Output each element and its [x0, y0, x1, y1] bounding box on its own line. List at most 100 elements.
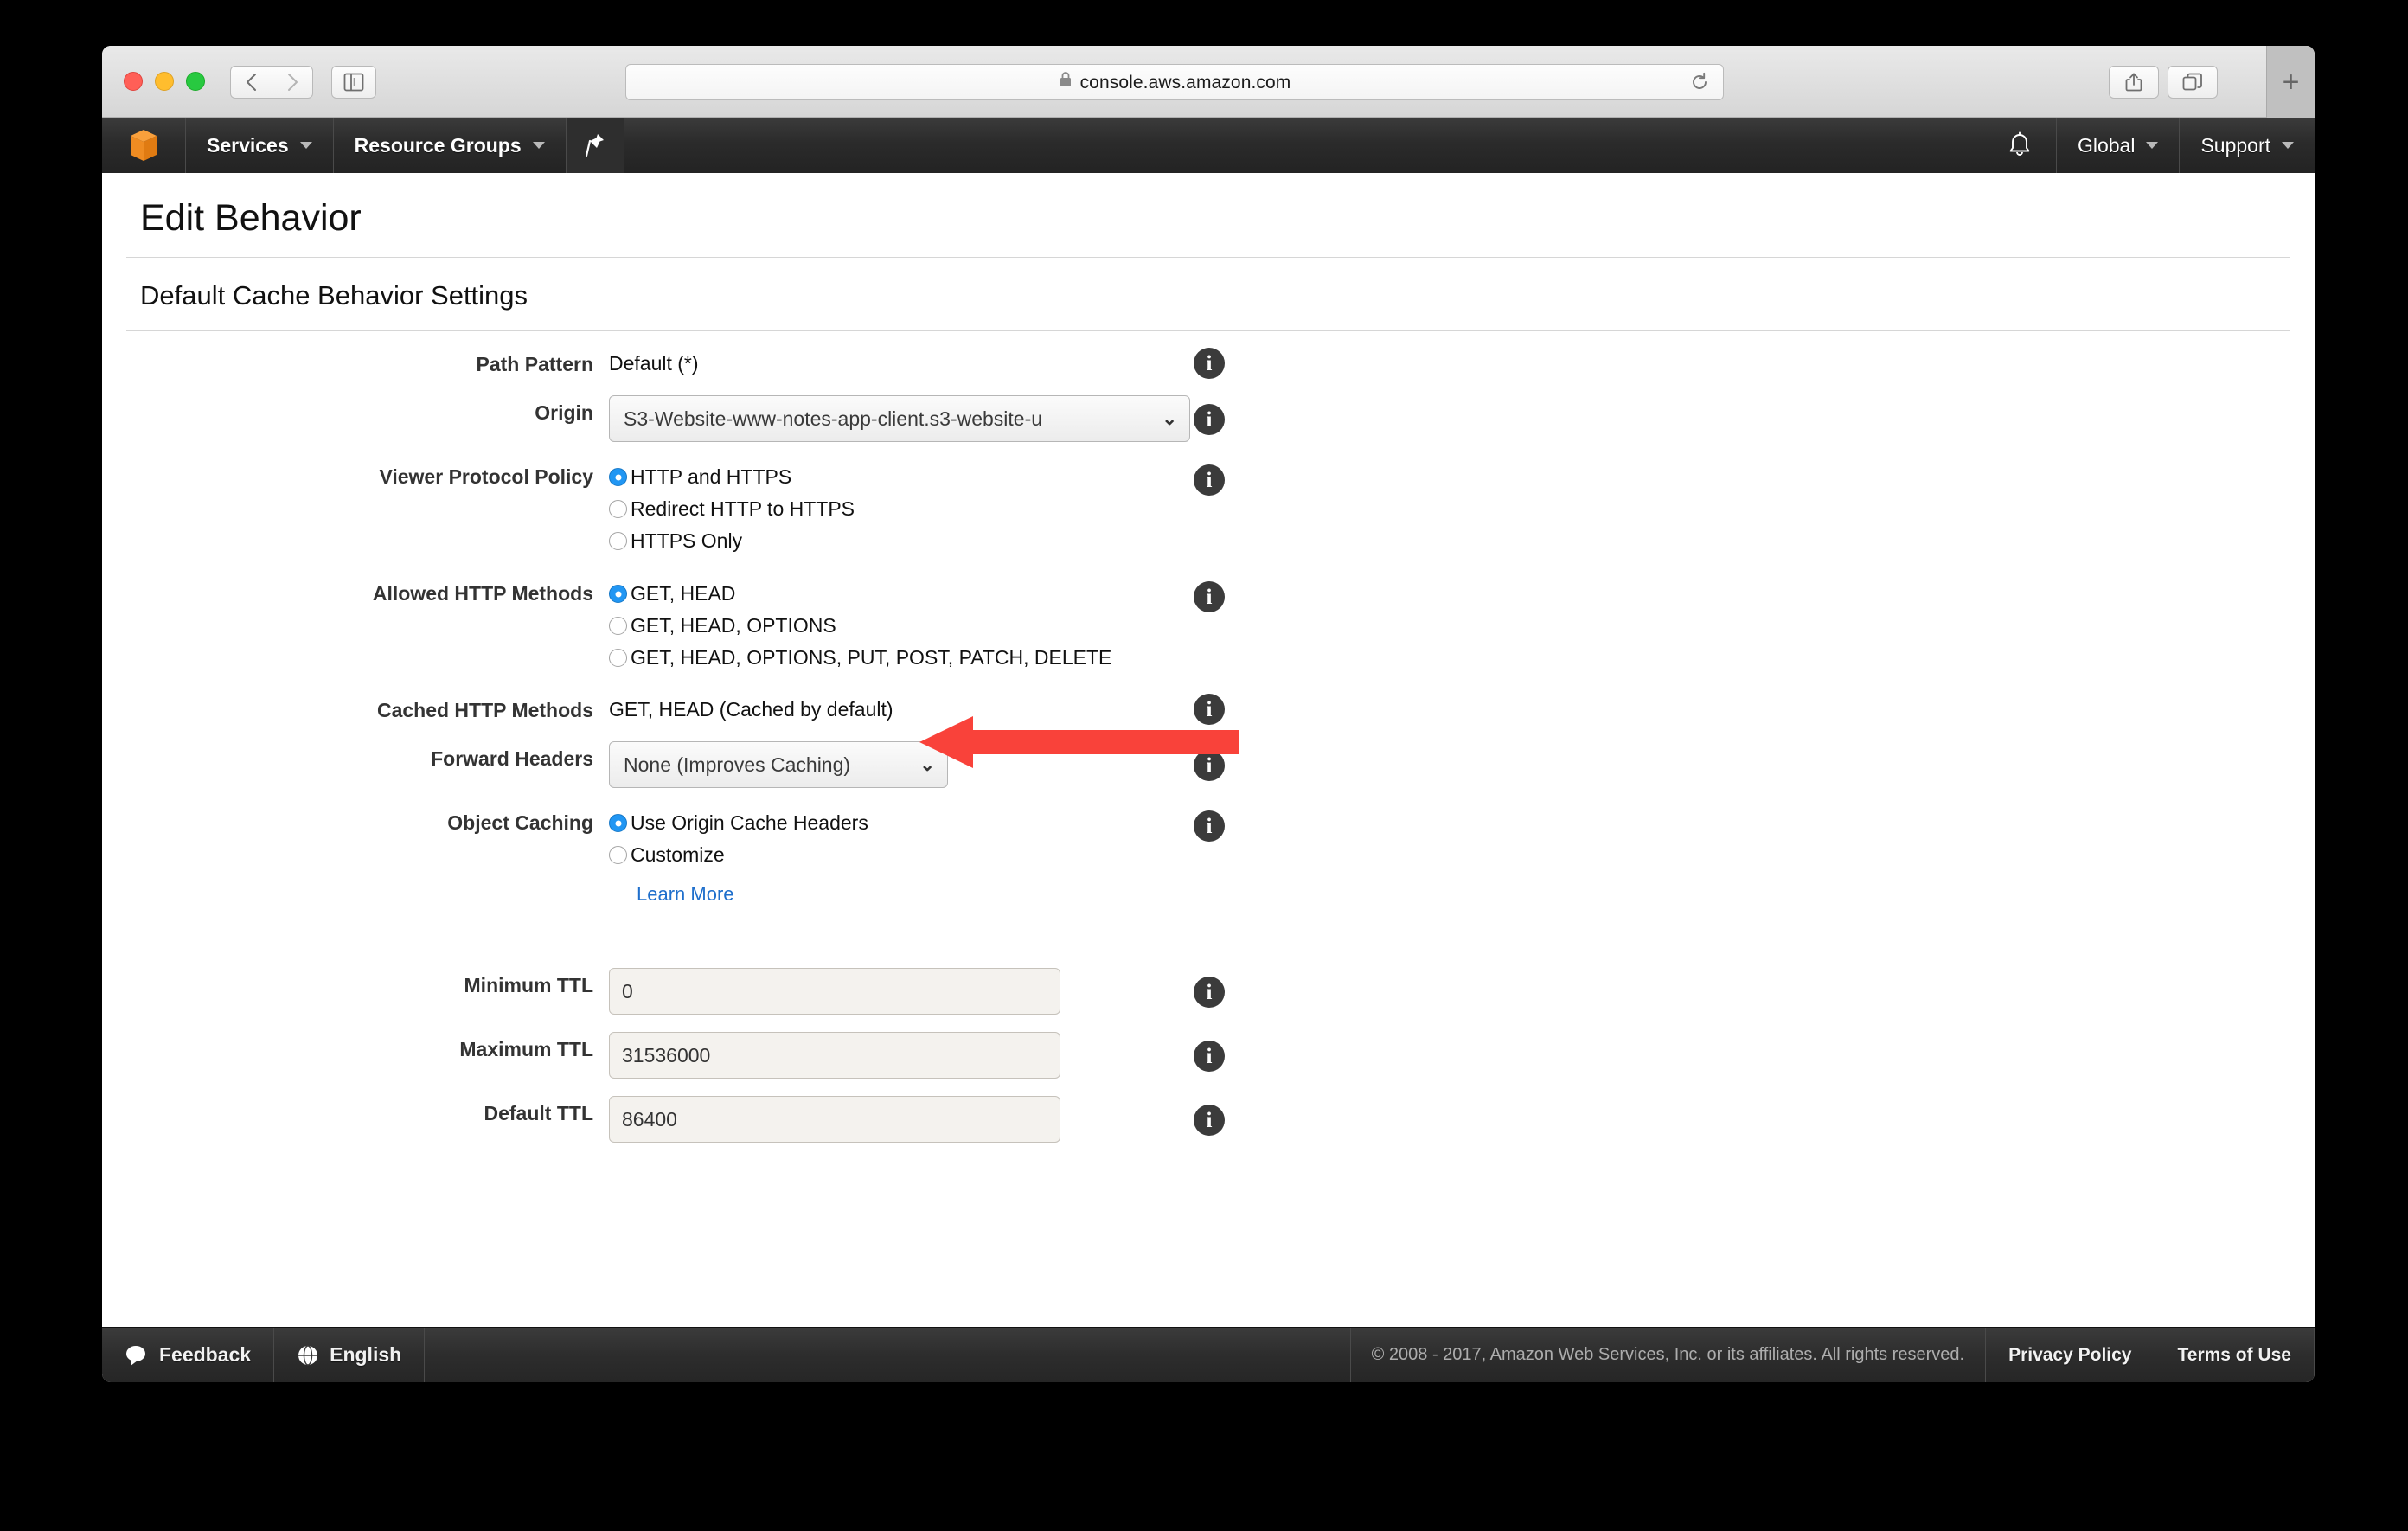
forward-headers-select-value: None (Improves Caching) — [624, 753, 851, 776]
radio-label: Customize — [631, 843, 725, 866]
nav-services-menu[interactable]: Services — [186, 118, 334, 173]
sidebar-toggle-button[interactable] — [331, 66, 376, 99]
radio-option[interactable]: HTTP and HTTPS — [609, 461, 2292, 493]
show-tab-overview-button[interactable] — [2168, 66, 2218, 99]
nav-pin-button[interactable] — [566, 118, 624, 173]
reload-icon — [1693, 72, 1707, 89]
radio-option[interactable]: HTTPS Only — [609, 525, 2292, 557]
footer-feedback-button[interactable]: Feedback — [102, 1328, 275, 1382]
default-ttl-label: Default TTL — [484, 1102, 594, 1124]
info-icon-viewer-protocol-policy[interactable]: i — [1194, 464, 1225, 496]
radio-button[interactable] — [609, 585, 627, 603]
form-row-maximum-ttl: Maximum TTL i — [125, 1032, 2292, 1079]
cached-http-methods-label: Cached HTTP Methods — [376, 699, 593, 721]
form-row-forward-headers: Forward Headers None (Improves Caching) … — [125, 741, 2292, 788]
nav-services-label: Services — [207, 133, 289, 157]
radio-button[interactable] — [609, 532, 627, 550]
form-row-cached-http-methods: Cached HTTP Methods GET, HEAD (Cached by… — [125, 693, 2292, 725]
radio-label: GET, HEAD, OPTIONS — [631, 614, 836, 637]
window-controls — [124, 72, 205, 91]
close-window-button[interactable] — [124, 72, 143, 91]
minimum-ttl-label: Minimum TTL — [464, 974, 593, 996]
aws-footer: Feedback English © 2008 - 2017, Amazon W… — [102, 1327, 2315, 1382]
chevron-down-icon — [532, 142, 545, 149]
radio-button[interactable] — [609, 617, 627, 635]
radio-button[interactable] — [609, 814, 627, 832]
nav-resource-groups-menu[interactable]: Resource Groups — [334, 118, 567, 173]
notifications-button[interactable] — [1983, 118, 2056, 173]
form-row-default-ttl: Default TTL i — [125, 1096, 2292, 1143]
info-icon-forward-headers[interactable]: i — [1194, 750, 1225, 781]
forward-headers-label: Forward Headers — [431, 747, 593, 770]
default-ttl-input[interactable] — [609, 1096, 1060, 1143]
lock-icon — [1059, 71, 1073, 88]
radio-option[interactable]: GET, HEAD — [609, 578, 2292, 610]
url-text-container: console.aws.amazon.com — [1059, 71, 1291, 93]
radio-option[interactable]: GET, HEAD, OPTIONS — [609, 610, 2292, 642]
radio-label: GET, HEAD, OPTIONS, PUT, POST, PATCH, DE… — [631, 646, 1112, 669]
browser-window: console.aws.amazon.com + Services Resour… — [102, 46, 2315, 1382]
object-caching-field: Use Origin Cache Headers Customize Learn… — [609, 805, 2292, 906]
form-row-minimum-ttl: Minimum TTL i — [125, 968, 2292, 1015]
info-icon-origin[interactable]: i — [1194, 404, 1225, 435]
radio-option[interactable]: GET, HEAD, OPTIONS, PUT, POST, PATCH, DE… — [609, 642, 2292, 674]
origin-label: Origin — [535, 401, 593, 424]
form-row-object-caching: Object Caching Use Origin Cache Headers … — [125, 805, 2292, 906]
nav-region-label: Global — [2077, 133, 2136, 157]
maximum-ttl-input[interactable] — [609, 1032, 1060, 1079]
nav-region-menu[interactable]: Global — [2055, 118, 2179, 173]
footer-language-button[interactable]: English — [274, 1328, 426, 1382]
radio-label: Redirect HTTP to HTTPS — [631, 497, 855, 520]
aws-logo-button[interactable] — [102, 118, 186, 173]
info-icon-path-pattern[interactable]: i — [1194, 348, 1225, 379]
learn-more-link[interactable]: Learn More — [637, 883, 734, 906]
tab-overview-icon — [2182, 73, 2202, 91]
address-bar[interactable]: console.aws.amazon.com — [625, 64, 1724, 100]
chevron-down-icon: ⌄ — [1162, 408, 1177, 429]
form-row-path-pattern: Path Pattern Default (*) i — [125, 347, 2292, 379]
footer-privacy-policy-link[interactable]: Privacy Policy — [1986, 1328, 2155, 1382]
aws-cube-logo — [131, 130, 157, 161]
forward-headers-field: None (Improves Caching) ⌄ i — [609, 741, 2292, 788]
forward-headers-select[interactable]: None (Improves Caching) ⌄ — [609, 741, 948, 788]
radio-option[interactable]: Redirect HTTP to HTTPS — [609, 493, 2292, 525]
share-button[interactable] — [2109, 66, 2159, 99]
form-row-allowed-http-methods: Allowed HTTP Methods GET, HEAD GET, HEAD… — [125, 576, 2292, 674]
info-icon-cached-http-methods[interactable]: i — [1194, 694, 1225, 725]
viewer-protocol-policy-field: HTTP and HTTPS Redirect HTTP to HTTPS HT… — [609, 459, 2292, 557]
radio-button[interactable] — [609, 846, 627, 864]
footer-privacy-policy-label: Privacy Policy — [2008, 1344, 2132, 1365]
radio-button[interactable] — [609, 649, 627, 667]
minimum-ttl-input[interactable] — [609, 968, 1060, 1015]
info-icon-allowed-http-methods[interactable]: i — [1194, 581, 1225, 612]
radio-option[interactable]: Use Origin Cache Headers — [609, 807, 2292, 839]
origin-select[interactable]: S3-Website-www-notes-app-client.s3-websi… — [609, 395, 1190, 442]
info-icon-minimum-ttl[interactable]: i — [1194, 977, 1225, 1008]
allowed-http-methods-field: GET, HEAD GET, HEAD, OPTIONS GET, HEAD, … — [609, 576, 2292, 674]
minimize-window-button[interactable] — [155, 72, 174, 91]
nav-support-menu[interactable]: Support — [2179, 118, 2315, 173]
default-ttl-field: i — [609, 1096, 2292, 1143]
info-icon-default-ttl[interactable]: i — [1194, 1105, 1225, 1136]
footer-feedback-label: Feedback — [159, 1343, 252, 1366]
pin-icon — [585, 134, 604, 157]
footer-terms-of-use-link[interactable]: Terms of Use — [2155, 1328, 2315, 1382]
url-text: console.aws.amazon.com — [1079, 73, 1291, 93]
info-icon-object-caching[interactable]: i — [1194, 810, 1225, 842]
reload-button[interactable] — [1688, 71, 1711, 93]
maximum-ttl-field: i — [609, 1032, 2292, 1079]
info-icon-maximum-ttl[interactable]: i — [1194, 1041, 1225, 1072]
back-button[interactable] — [230, 66, 272, 99]
footer-language-label: English — [330, 1343, 402, 1366]
cache-behavior-form: Path Pattern Default (*) i Origin S3-Web… — [125, 331, 2292, 1143]
maximize-window-button[interactable] — [186, 72, 205, 91]
object-caching-label: Object Caching — [447, 811, 593, 834]
speech-bubble-icon — [125, 1344, 149, 1367]
radio-button[interactable] — [609, 500, 627, 518]
radio-option[interactable]: Customize — [609, 839, 2292, 871]
forward-button[interactable] — [272, 66, 313, 99]
cached-http-methods-value: GET, HEAD (Cached by default) — [609, 698, 893, 721]
new-tab-button[interactable]: + — [2266, 46, 2315, 118]
learn-more-container: Learn More — [609, 871, 2292, 906]
radio-button[interactable] — [609, 468, 627, 486]
